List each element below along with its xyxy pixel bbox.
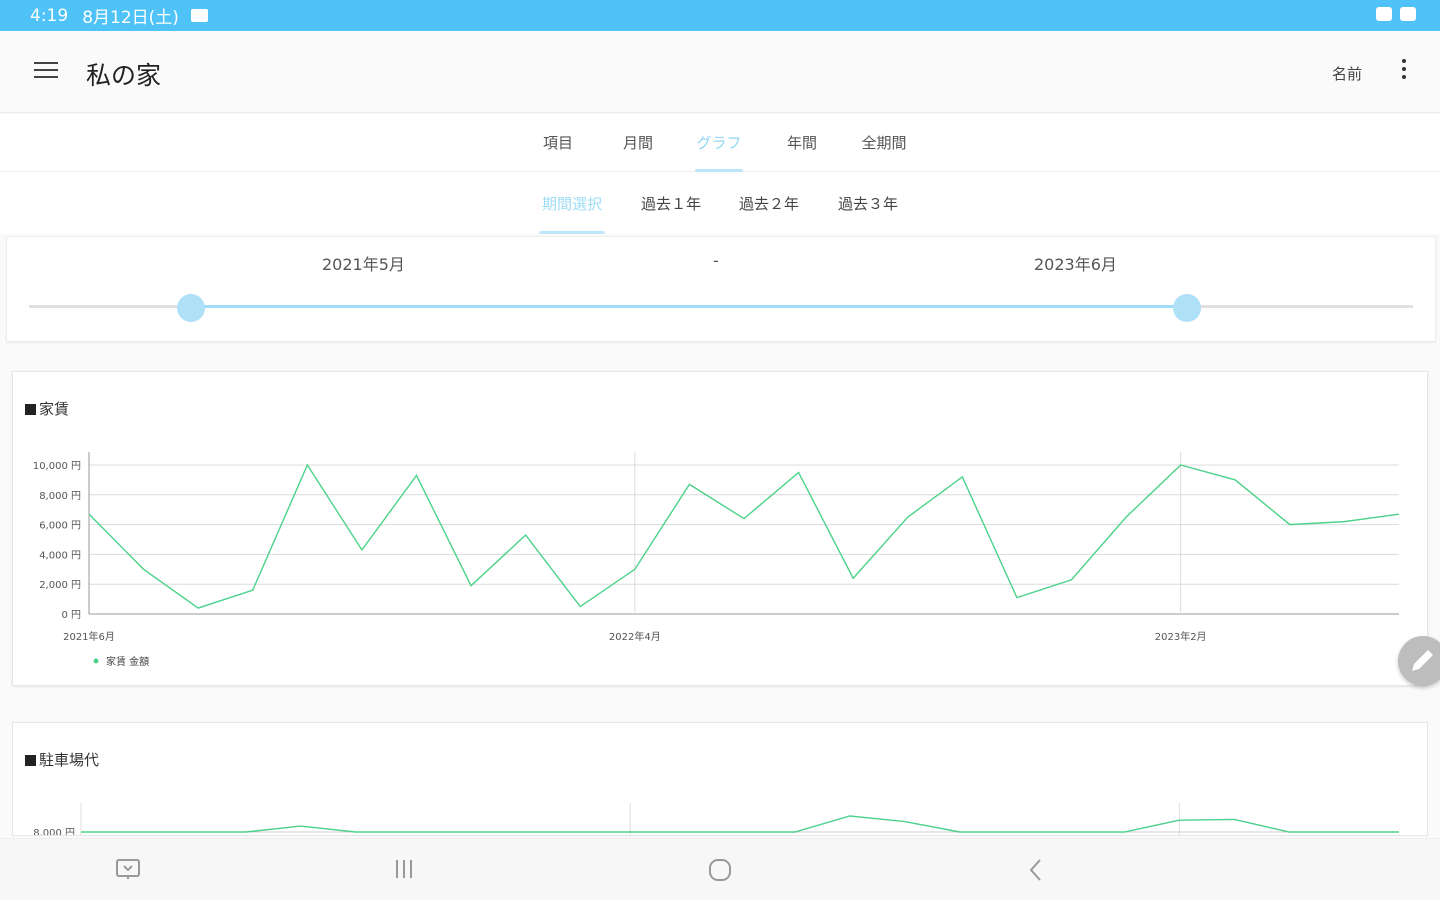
legend-marker <box>93 658 99 664</box>
battery-icon <box>1400 7 1416 21</box>
edit-fab-button[interactable] <box>1398 636 1440 686</box>
range-separator: - <box>713 251 719 270</box>
legend-label: 家賃 金額 <box>106 655 149 668</box>
tab-monthly[interactable]: 月間 <box>618 132 658 172</box>
pencil-icon <box>1412 650 1433 671</box>
tab-items[interactable]: 項目 <box>538 132 578 172</box>
chart-card-rent: 家賃 0 円 2,000 円 4,000 円 6,000 円 8,000 円 10,000… <box>12 371 1428 686</box>
home-icon[interactable] <box>707 857 733 883</box>
system-nav-bar <box>0 838 1440 900</box>
range-end-label: 2023年6月 <box>1034 255 1117 274</box>
y-tick-label: 4,000 円 <box>39 550 81 561</box>
hamburger-menu-icon[interactable] <box>34 62 58 80</box>
range-slider-start-handle[interactable] <box>176 294 205 322</box>
notification-icon <box>190 9 208 22</box>
range-start-label: 2021年5月 <box>322 255 405 274</box>
page-title: 私の家 <box>86 61 162 90</box>
y-tick-label: 0 円 <box>61 610 81 621</box>
subtab-past-2-years[interactable]: 過去２年 <box>734 193 804 234</box>
back-icon[interactable] <box>1026 857 1046 883</box>
tab-all-period[interactable]: 全期間 <box>856 132 912 172</box>
x-tick-label: 2022年4月 <box>609 630 661 643</box>
recents-icon[interactable] <box>392 857 416 881</box>
tab-yearly[interactable]: 年間 <box>782 132 822 172</box>
parking-line-chart: 8,000 円 <box>33 803 1399 836</box>
series-line-rent <box>88 463 1400 609</box>
tab-graph[interactable]: グラフ <box>695 132 743 172</box>
status-time: 4:19 <box>30 5 69 26</box>
status-date: 8月12日(土) <box>82 8 179 28</box>
more-options-icon[interactable] <box>1400 59 1408 85</box>
series-line-parking <box>81 815 1399 833</box>
period-subtabs: 期間選択 過去１年 過去２年 過去３年 <box>0 172 1440 234</box>
range-slider-fill <box>190 305 1188 308</box>
main-tabs: 項目 月間 グラフ 年間 全期間 <box>0 114 1440 172</box>
y-tick-label: 2,000 円 <box>39 580 81 591</box>
y-tick-label: 8,000 円 <box>39 491 81 502</box>
x-tick-label: 2023年2月 <box>1155 630 1207 643</box>
chart-card-parking: 駐車場代 8,000 円 <box>12 722 1428 836</box>
x-tick-label: 2021年6月 <box>63 630 115 643</box>
rent-line-chart: 0 円 2,000 円 4,000 円 6,000 円 8,000 円 10,000 円 2… <box>33 452 1400 668</box>
subtab-past-3-years[interactable]: 過去３年 <box>833 193 903 234</box>
range-slider-end-handle[interactable] <box>1173 294 1202 322</box>
y-tick-label: 6,000 円 <box>39 521 81 532</box>
y-tick-label: 10,000 円 <box>33 461 81 472</box>
range-slider-track[interactable] <box>29 305 1413 308</box>
range-card: 2021年5月 - 2023年6月 <box>6 236 1436 342</box>
subtab-past-1-year[interactable]: 過去１年 <box>636 193 706 234</box>
y-tick-label: 8,000 円 <box>33 828 75 836</box>
status-icons <box>1376 7 1416 21</box>
subtab-period-select[interactable]: 期間選択 <box>539 193 605 234</box>
status-bar: 4:19 8月12日(土) <box>0 0 1440 31</box>
recent-screen-icon[interactable] <box>114 857 142 883</box>
app-bar: 私の家 名前 <box>0 31 1440 113</box>
name-button[interactable]: 名前 <box>1332 63 1362 84</box>
mute-icon <box>1376 7 1392 21</box>
